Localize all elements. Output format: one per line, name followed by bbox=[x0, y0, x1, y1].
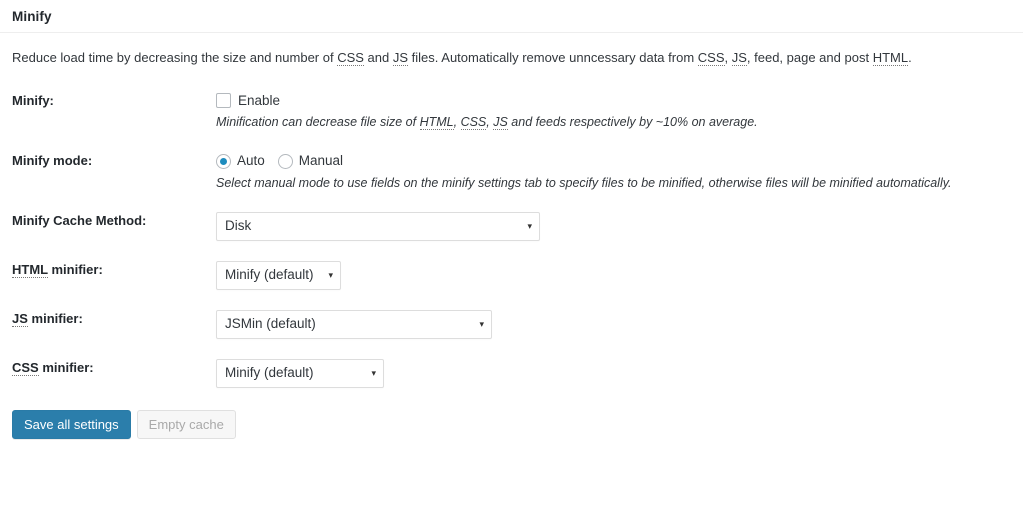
label-html-minifier: HTML minifier: bbox=[0, 251, 216, 289]
row-html-minifier: HTML minifier: Minify (default) ▾ bbox=[0, 251, 1023, 300]
label-html-minifier-rest: minifier: bbox=[47, 262, 103, 278]
chevron-down-icon: ▾ bbox=[328, 270, 333, 281]
select-js-minifier[interactable]: JSMin (default) ▾ bbox=[216, 310, 492, 340]
abbr-css-2: CSS bbox=[697, 50, 725, 66]
action-bar: Save all settings Empty cache bbox=[0, 398, 1023, 440]
label-css-minifier: CSS minifier: bbox=[0, 349, 216, 387]
label-minify-mode: Minify mode: bbox=[12, 152, 93, 168]
abbr-css: CSS bbox=[337, 50, 364, 66]
radio-option-auto[interactable]: Auto bbox=[216, 152, 265, 171]
abbr-html-desc: HTML bbox=[419, 115, 454, 131]
row-minify-mode: Minify mode: Auto Manual Select manual m… bbox=[0, 142, 1023, 202]
minify-mode-description: Select manual mode to use fields on the … bbox=[216, 175, 952, 190]
settings-form: Minify: Enable Minification can decrease… bbox=[0, 82, 1023, 399]
select-value-cache-method: Disk bbox=[225, 218, 252, 234]
chevron-down-icon: ▾ bbox=[527, 221, 532, 232]
row-minify-cache-method: Minify Cache Method: Disk ▾ bbox=[0, 202, 1023, 251]
radio-icon-manual[interactable] bbox=[277, 153, 293, 169]
abbr-js-desc: JS bbox=[493, 115, 508, 131]
intro-text-5: , feed, page and post bbox=[746, 50, 873, 65]
abbr-css-label: CSS bbox=[12, 360, 39, 377]
select-value-js-minifier: JSMin (default) bbox=[225, 316, 316, 332]
field-css-minifier: Minify (default) ▾ bbox=[216, 349, 1023, 398]
intro-text-1: Reduce load time by decreasing the size … bbox=[12, 50, 338, 65]
desc-pre: Minification can decrease file size of bbox=[216, 115, 420, 130]
row-css-minifier: CSS minifier: Minify (default) ▾ bbox=[0, 349, 1023, 398]
intro-text-3: files. Automatically remove unncessary d… bbox=[408, 50, 698, 65]
abbr-css-desc: CSS bbox=[460, 115, 487, 131]
radio-option-manual[interactable]: Manual bbox=[277, 152, 344, 171]
row-minify: Minify: Enable Minification can decrease… bbox=[0, 82, 1023, 142]
abbr-html: HTML bbox=[872, 50, 909, 66]
label-js-minifier-rest: minifier: bbox=[27, 311, 83, 327]
intro-text-2: and bbox=[363, 50, 393, 65]
select-value-css-minifier: Minify (default) bbox=[225, 365, 314, 381]
intro-text-6: . bbox=[908, 50, 912, 65]
abbr-html-label: HTML bbox=[12, 262, 48, 279]
label-css-minifier-rest: minifier: bbox=[38, 360, 94, 376]
abbr-js-label: JS bbox=[12, 311, 28, 328]
desc-post: and feeds respectively by ~10% on averag… bbox=[507, 115, 758, 130]
abbr-js-2: JS bbox=[731, 50, 747, 66]
minify-settings-panel: Minify Reduce load time by decreasing th… bbox=[0, 0, 1023, 531]
desc-sep-1: , bbox=[453, 115, 461, 130]
checkbox-icon[interactable] bbox=[216, 93, 231, 109]
minify-mode-radio-group: Auto Manual bbox=[216, 152, 1013, 171]
radio-icon-auto[interactable] bbox=[216, 153, 231, 169]
panel-header: Minify bbox=[0, 0, 1023, 33]
label-minify-cache-method: Minify Cache Method: bbox=[12, 213, 147, 229]
select-css-minifier[interactable]: Minify (default) ▾ bbox=[216, 359, 384, 389]
select-value-html-minifier: Minify (default) bbox=[225, 267, 314, 283]
field-minify-mode: Auto Manual Select manual mode to use fi… bbox=[216, 142, 1023, 202]
field-html-minifier: Minify (default) ▾ bbox=[216, 251, 1023, 300]
abbr-js: JS bbox=[392, 50, 409, 66]
label-minify: Minify: bbox=[12, 92, 54, 108]
label-js-minifier: JS minifier: bbox=[0, 300, 216, 338]
minify-enable-checkbox[interactable]: Enable bbox=[216, 92, 1013, 111]
panel-description: Reduce load time by decreasing the size … bbox=[0, 33, 1023, 68]
minify-description: Minification can decrease file size of H… bbox=[216, 114, 1013, 132]
page-title: Minify bbox=[12, 8, 52, 24]
minify-enable-label: Enable bbox=[238, 92, 281, 108]
select-html-minifier[interactable]: Minify (default) ▾ bbox=[216, 261, 341, 291]
row-js-minifier: JS minifier: JSMin (default) ▾ bbox=[0, 300, 1023, 349]
chevron-down-icon: ▾ bbox=[479, 319, 484, 330]
intro-text-4: , bbox=[724, 50, 732, 65]
save-all-settings-button[interactable]: Save all settings bbox=[12, 410, 131, 440]
chevron-down-icon: ▾ bbox=[371, 368, 376, 379]
select-minify-cache-method[interactable]: Disk ▾ bbox=[216, 212, 540, 242]
empty-cache-button[interactable]: Empty cache bbox=[136, 410, 236, 440]
field-minify-cache-method: Disk ▾ bbox=[216, 202, 1023, 251]
field-js-minifier: JSMin (default) ▾ bbox=[216, 300, 1023, 349]
radio-label-manual: Manual bbox=[298, 152, 344, 168]
radio-label-auto: Auto bbox=[237, 152, 265, 168]
field-minify: Enable Minification can decrease file si… bbox=[216, 82, 1023, 142]
